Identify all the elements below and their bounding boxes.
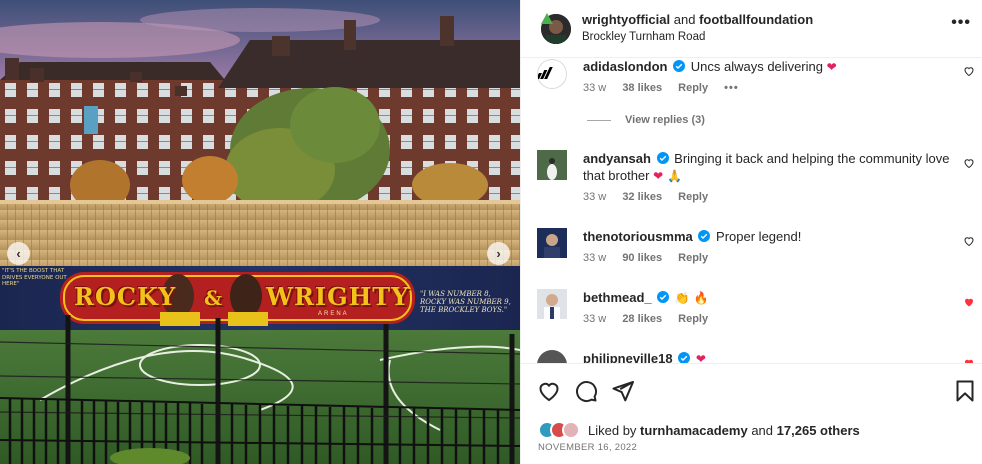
comment-icon[interactable] xyxy=(574,379,598,403)
post-header: wrightyofficial and footballfoundation B… xyxy=(521,0,982,58)
author-username[interactable]: wrightyofficial xyxy=(582,12,670,27)
comment-avatar[interactable] xyxy=(537,289,567,319)
collab-badge-icon xyxy=(541,13,553,24)
heart-filled-icon[interactable] xyxy=(963,296,975,308)
comment-body: thenotoriousmma Proper legend! xyxy=(583,228,953,245)
comment-body: philipneville18 ❤ xyxy=(583,350,953,363)
avatar-image xyxy=(537,228,567,258)
send-icon[interactable] xyxy=(611,379,635,403)
comment-body: adidaslondon Uncs always delivering ❤ xyxy=(583,58,953,76)
collaborator-username[interactable]: footballfoundation xyxy=(699,12,813,27)
mural-quote-left: "IT'S THE BOOST THAT DRIVES EVERYONE OUT… xyxy=(2,268,67,287)
author-connector: and xyxy=(673,12,696,27)
mural-photo xyxy=(0,0,520,464)
carousel-prev-button[interactable]: ‹ xyxy=(7,242,30,265)
heart-outline-icon[interactable] xyxy=(537,379,561,403)
view-replies-button[interactable]: View replies (3) xyxy=(587,114,705,126)
verified-badge-icon xyxy=(656,152,669,164)
reply-button[interactable]: Reply xyxy=(678,252,708,264)
comment-meta: 33 w 90 likes Reply xyxy=(583,252,721,264)
verified-badge-icon xyxy=(678,352,691,363)
comment-emoji: 👏 🔥 xyxy=(674,291,709,305)
comment-avatar[interactable] xyxy=(537,350,567,363)
comment-age[interactable]: 33 w xyxy=(583,252,606,264)
more-horizontal-icon: ••• xyxy=(951,14,971,31)
likes-summary: Liked by turnhamacademy and 17,265 other… xyxy=(538,421,860,439)
verified-badge-icon xyxy=(657,291,670,303)
comment-body: bethmead_ 👏 🔥 xyxy=(583,289,953,307)
post-location[interactable]: Brockley Turnham Road xyxy=(582,31,705,43)
liker-avatar[interactable] xyxy=(562,421,580,439)
comment-age[interactable]: 33 w xyxy=(583,191,606,203)
comment-more-button[interactable]: ••• xyxy=(724,82,739,94)
mural-name-right: WRIGHTY xyxy=(266,282,410,311)
reply-button[interactable]: Reply xyxy=(678,191,708,203)
liked-by-prefix: Liked by xyxy=(588,422,637,438)
mural-arena: ARENA xyxy=(318,311,349,317)
comment-body: andyansah Bringing it back and helping t… xyxy=(583,150,953,185)
comment-likes[interactable]: 90 likes xyxy=(622,252,662,264)
reply-button[interactable]: Reply xyxy=(678,313,708,325)
liked-by-user[interactable]: turnhamacademy xyxy=(640,423,748,438)
comment-text: Uncs always delivering xyxy=(690,59,823,74)
heart-outline-icon[interactable] xyxy=(963,235,975,247)
comment-meta: 33 w 28 likes Reply xyxy=(583,313,721,325)
carousel-next-button[interactable]: › xyxy=(487,242,510,265)
verified-badge-icon xyxy=(698,230,711,242)
comment-age[interactable]: 33 w xyxy=(583,313,606,325)
chevron-right-icon: › xyxy=(496,246,501,261)
post-image: ROCKY & WRIGHTY ARENA "IT'S THE BOOST TH… xyxy=(0,0,520,464)
comment-username[interactable]: philipneville18 xyxy=(583,351,673,363)
comment-emoji: ❤ 🙏 xyxy=(653,169,682,183)
comment-likes[interactable]: 38 likes xyxy=(622,82,662,94)
view-replies-line xyxy=(587,119,611,121)
chevron-left-icon: ‹ xyxy=(16,246,21,261)
comment-likes[interactable]: 32 likes xyxy=(622,191,662,203)
view-replies-label: View replies (3) xyxy=(625,114,705,126)
comment-username[interactable]: thenotoriousmma xyxy=(583,229,693,244)
comment-username[interactable]: bethmead_ xyxy=(583,290,652,305)
comment-emoji: ❤ xyxy=(826,60,837,74)
post-sidebar: wrightyofficial and footballfoundation B… xyxy=(520,0,982,464)
liked-by-others[interactable]: 17,265 others xyxy=(777,423,860,438)
liked-by-connector: and xyxy=(751,422,774,438)
post-date[interactable]: NOVEMBER 16, 2022 xyxy=(538,442,637,453)
comment-meta: 33 w 32 likes Reply xyxy=(583,191,721,203)
likes-text: Liked by turnhamacademy and 17,265 other… xyxy=(588,423,860,438)
avatar-image xyxy=(537,150,567,180)
comment-avatar[interactable] xyxy=(537,228,567,258)
post-actions: Liked by turnhamacademy and 17,265 other… xyxy=(521,363,982,463)
comment-meta: 33 w 38 likes Reply ••• xyxy=(583,82,752,94)
bookmark-icon[interactable] xyxy=(953,379,977,403)
more-options-button[interactable]: ••• xyxy=(951,14,971,32)
comments-list: adidaslondon Uncs always delivering ❤ 33… xyxy=(521,58,982,363)
comment-avatar[interactable] xyxy=(536,59,567,89)
avatar-image xyxy=(537,289,567,319)
verified-badge-icon xyxy=(673,60,686,72)
comment-likes[interactable]: 28 likes xyxy=(622,313,662,325)
comment-avatar[interactable] xyxy=(537,150,567,180)
reply-button[interactable]: Reply xyxy=(678,82,708,94)
post-title: wrightyofficial and footballfoundation xyxy=(582,12,813,27)
mural-quote-right: "I WAS NUMBER 8, ROCKY WAS NUMBER 9, THE… xyxy=(420,290,511,314)
mural-ampersand: & xyxy=(204,286,224,310)
comment-username[interactable]: andyansah xyxy=(583,151,651,166)
adidas-logo-icon xyxy=(536,67,553,79)
heart-outline-icon[interactable] xyxy=(963,157,975,169)
comment-username[interactable]: adidaslondon xyxy=(583,59,668,74)
mural-name-left: ROCKY xyxy=(74,282,177,311)
comment-emoji: ❤ xyxy=(695,352,706,363)
comment-text: Proper legend! xyxy=(716,229,802,244)
heart-outline-icon[interactable] xyxy=(963,65,975,77)
comment-age[interactable]: 33 w xyxy=(583,82,606,94)
